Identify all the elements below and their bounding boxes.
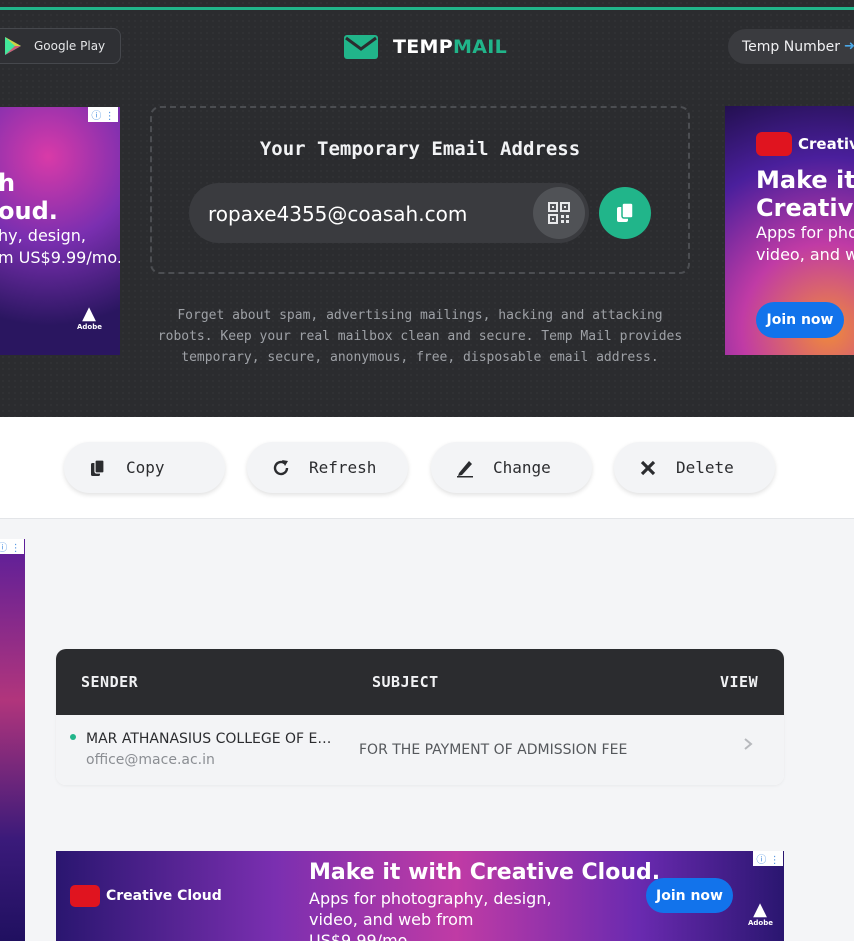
hero-section: Google Play TEMPMAIL Temp Number ➜ ⓘ ⋮ h… xyxy=(0,0,854,417)
email-panel-title: Your Temporary Email Address xyxy=(259,138,581,160)
copy-icon xyxy=(617,202,634,222)
ad-right-headline: Make it Creative xyxy=(756,166,854,222)
google-play-icon xyxy=(5,37,21,55)
inbox-header-row: SENDER SUBJECT VIEW xyxy=(56,649,784,715)
column-header-sender: SENDER xyxy=(81,673,139,691)
unread-indicator xyxy=(70,734,76,740)
ad-info-icon[interactable]: ⓘ ⋮ xyxy=(753,851,783,866)
ad-left-banner[interactable]: ⓘ ⋮ h oud. hy, design, m US$9.99/mo. ▲ A… xyxy=(0,107,120,355)
adobe-logo: ▲ Adobe xyxy=(77,303,102,332)
action-bar: Copy Refresh Change Delete xyxy=(0,417,854,519)
copy-icon xyxy=(88,458,108,478)
ad-bottom-banner[interactable]: ⓘ ⋮ Creative Cloud Make it with Creative… xyxy=(56,851,784,941)
qr-code-icon xyxy=(548,202,570,224)
ad-right-subtext: Apps for photo video, and we xyxy=(756,223,854,264)
refresh-button-label: Refresh xyxy=(309,458,377,477)
tempmail-logo[interactable]: TEMPMAIL xyxy=(343,33,507,61)
column-header-view: VIEW xyxy=(720,673,759,691)
edit-pen-icon xyxy=(455,458,475,478)
refresh-button[interactable]: Refresh xyxy=(247,442,408,493)
copy-email-button[interactable] xyxy=(599,187,651,239)
arrow-right-icon: ➜ xyxy=(844,39,854,54)
message-sender-name: MAR ATHANASIUS COLLEGE OF ENGINEERING xyxy=(86,731,336,747)
message-subject: FOR THE PAYMENT OF ADMISSION FEE xyxy=(359,742,628,758)
creative-cloud-icon xyxy=(756,132,792,156)
ad-right-banner[interactable]: Creative Make it Creative Apps for photo… xyxy=(725,106,854,355)
top-accent-line xyxy=(0,7,854,10)
adobe-icon: ▲ xyxy=(753,899,767,920)
creative-cloud-brand: Creative Cloud xyxy=(70,885,222,907)
google-play-button[interactable]: Google Play xyxy=(0,28,121,64)
creative-cloud-brand: Creative xyxy=(756,132,854,156)
ad-bottom-subtext: Apps for photography, design, video, and… xyxy=(309,889,552,941)
ad-join-now-button[interactable]: Join now xyxy=(756,302,844,338)
ad-left-subtext: hy, design, m US$9.99/mo. xyxy=(0,226,120,267)
copy-button[interactable]: Copy xyxy=(64,442,225,493)
ad-left-skyscraper[interactable]: ⓘ ⋮ xyxy=(0,539,25,941)
message-row[interactable]: MAR ATHANASIUS COLLEGE OF ENGINEERING of… xyxy=(56,715,784,785)
ad-info-icon[interactable]: ⓘ ⋮ xyxy=(0,539,24,554)
qr-code-button[interactable] xyxy=(533,187,585,239)
temp-number-label: Temp Number xyxy=(742,38,840,55)
ad-bottom-headline: Make it with Creative Cloud. xyxy=(309,860,661,885)
delete-button-label: Delete xyxy=(676,458,734,477)
temp-number-button[interactable]: Temp Number ➜ xyxy=(728,29,854,64)
inbox-table: SENDER SUBJECT VIEW MAR ATHANASIUS COLLE… xyxy=(56,649,784,785)
copy-button-label: Copy xyxy=(126,458,165,477)
change-button-label: Change xyxy=(493,458,551,477)
intro-description: Forget about spam, advertising mailings,… xyxy=(157,308,683,365)
refresh-icon xyxy=(271,458,291,478)
logo-text-mail: MAIL xyxy=(452,36,507,58)
chevron-right-icon[interactable] xyxy=(742,737,754,751)
creative-cloud-icon xyxy=(70,885,100,907)
column-header-subject: SUBJECT xyxy=(372,673,439,691)
mail-envelope-icon xyxy=(344,35,378,59)
google-play-label: Google Play xyxy=(34,39,106,53)
adobe-logo: ▲ Adobe xyxy=(748,899,773,928)
logo-text-temp: TEMP xyxy=(393,36,453,58)
adobe-icon: ▲ xyxy=(82,303,96,324)
email-address-panel: Your Temporary Email Address ropaxe4355@… xyxy=(150,106,690,274)
email-address-field[interactable]: ropaxe4355@coasah.com xyxy=(189,183,589,243)
ad-info-icon[interactable]: ⓘ ⋮ xyxy=(88,107,118,122)
email-address-value: ropaxe4355@coasah.com xyxy=(208,202,468,226)
close-x-icon xyxy=(638,458,658,478)
delete-button[interactable]: Delete xyxy=(614,442,775,493)
message-sender-email: office@mace.ac.in xyxy=(86,752,215,768)
ad-left-headline: h oud. xyxy=(0,169,58,225)
ad-join-now-button[interactable]: Join now xyxy=(646,878,733,913)
change-button[interactable]: Change xyxy=(431,442,592,493)
